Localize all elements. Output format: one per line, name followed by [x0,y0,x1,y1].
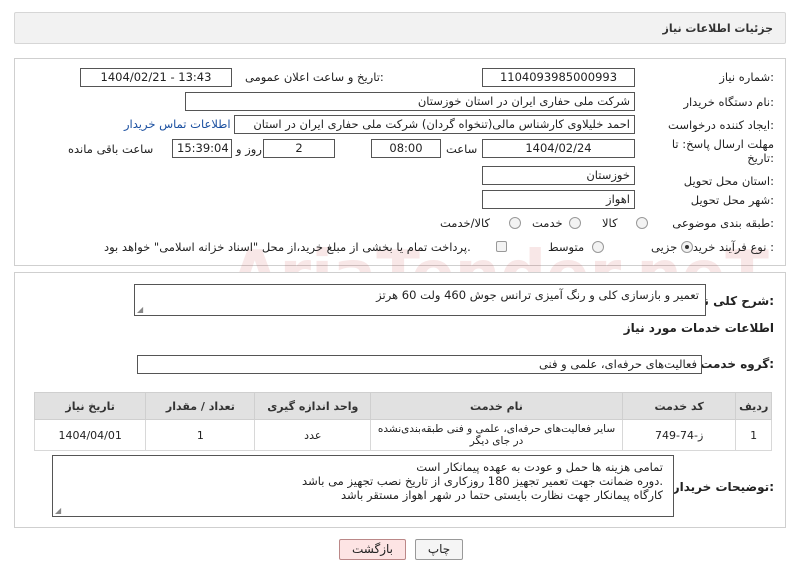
cell-name: سایر فعالیت‌های حرفه‌ای، علمی و فنی طبقه… [370,419,623,451]
cell-qty: 1 [145,419,256,451]
treasury-checkbox[interactable] [496,241,507,252]
deadline-date-field[interactable]: 1404/02/24 [482,139,635,158]
category-radio-goods[interactable] [636,217,648,229]
deadline-time-field[interactable]: 08:00 [371,139,441,158]
resize-handle-icon[interactable]: ◢ [55,506,61,515]
buyer-label: نام دستگاه خریدار: [683,95,774,109]
buyer-notes-label: توضیحات خریدار: [672,480,774,494]
process-minor-label: جزیی [651,240,678,254]
page-title: جزئیات اطلاعات نیاز [662,22,774,35]
category-goods-service-label: کالا/خدمت [440,216,491,230]
print-button[interactable]: چاپ [415,539,463,560]
payment-note: پرداخت تمام یا بخشی از مبلغ خرید،از محل … [104,240,471,254]
need-number-field[interactable]: 1104093985000993 [482,68,635,87]
buyer-notes-textarea[interactable]: تمامی هزینه ها حمل و عودت به عهده پیمانک… [52,455,674,517]
remaining-label: ساعت باقی مانده [68,142,154,156]
cell-date: 1404/04/01 [33,419,147,451]
buyer-field[interactable]: شرکت ملی حفاری ایران در استان خوزستان [185,92,635,111]
announce-datetime-field[interactable]: 1404/02/21 - 13:43 [80,68,232,87]
province-label: استان محل تحویل: [683,174,774,188]
col-unit-header: واحد اندازه گیری [254,392,372,420]
city-label: شهر محل تحویل: [690,193,774,207]
process-radio-minor[interactable] [681,241,693,253]
deadline-time-label: ساعت [446,142,478,156]
back-button[interactable]: بازگشت [339,539,406,560]
category-radio-service[interactable] [569,217,581,229]
table-header-row: ردیف کد خدمت نام خدمت واحد اندازه گیری ت… [33,392,772,420]
buyer-notes-line-3: کارگاه پیمانکار جهت نظارت بایستی حتما در… [340,488,663,502]
buyer-notes-line-1: تمامی هزینه ها حمل و عودت به عهده پیمانک… [416,460,663,474]
services-table: ردیف کد خدمت نام خدمت واحد اندازه گیری ت… [33,392,772,451]
need-info-panel [14,58,786,266]
city-field[interactable]: اهواز [482,190,635,209]
col-date-header: تاریخ نیاز [33,392,147,420]
buyer-notes-line-2: دوره ضمانت جهت تعمیر تجهیز 180 روزکاری ا… [302,474,663,488]
creator-field[interactable]: احمد خلیلاوی کارشناس مالی(تنخواه گردان) … [234,115,635,134]
category-service-label: خدمت [532,216,563,230]
province-field[interactable]: خوزستان [482,166,635,185]
col-row-header: ردیف [735,392,772,420]
services-section-title: اطلاعات خدمات مورد نیاز [623,321,774,335]
page-header: جزئیات اطلاعات نیاز [14,12,786,44]
deadline-date-label: تاریخ: [747,151,774,165]
col-code-header: کد خدمت [621,392,737,420]
summary-text: تعمیر و بازسازی کلی و رنگ آمیزی ترانس جو… [376,288,699,302]
cell-row: 1 [735,419,772,451]
category-label: طبقه بندی موضوعی: [672,216,774,230]
days-label: روز و [236,142,262,156]
process-medium-label: متوسط [548,240,585,254]
category-radio-goods-service[interactable] [509,217,521,229]
need-number-label: شماره نیاز: [719,70,774,84]
category-goods-label: کالا [602,216,618,230]
creator-label: ایجاد کننده درخواست: [668,118,774,132]
table-row: 1 ز-74-749 سایر فعالیت‌های حرفه‌ای، علمی… [33,419,772,451]
service-group-label: گروه خدمت: [700,357,774,371]
col-name-header: نام خدمت [370,392,623,420]
resize-handle-icon[interactable]: ◢ [137,305,143,314]
summary-textarea[interactable]: تعمیر و بازسازی کلی و رنگ آمیزی ترانس جو… [134,284,706,316]
remaining-days-field[interactable]: 2 [263,139,335,158]
deadline-label: مهلت ارسال پاسخ: تا [671,137,774,151]
buyer-contact-link[interactable]: اطلاعات تماس خریدار [124,117,231,131]
service-group-field[interactable]: فعالیت‌های حرفه‌ای، علمی و فنی [137,355,702,374]
cell-code: ز-74-749 [621,419,737,451]
cell-unit: عدد [254,419,372,451]
process-radio-medium[interactable] [592,241,604,253]
remaining-time-field[interactable]: 15:39:04 [172,139,232,158]
process-label: نوع فرآیند خرید : [692,240,774,254]
col-qty-header: تعداد / مقدار [145,392,256,420]
announce-label: تاریخ و ساعت اعلان عمومی: [245,70,384,84]
